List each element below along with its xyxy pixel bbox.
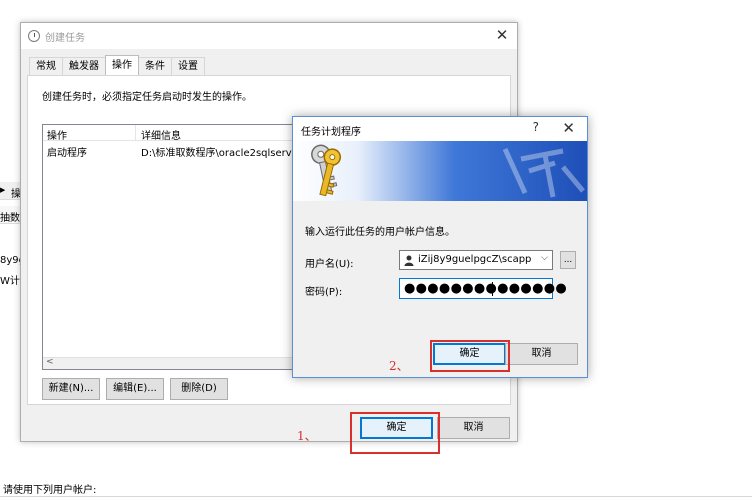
username-combobox[interactable]: iZij8y9guelpgcZ\scapp ⌵	[399, 250, 553, 270]
panel-description: 创建任务时，必须指定任务启动时发生的操作。	[42, 92, 252, 103]
password-label: 密码(P):	[305, 287, 343, 298]
annotation-highlight-dialog-ok	[430, 340, 510, 372]
chevron-down-icon[interactable]: ⌵	[541, 253, 548, 263]
tab-actions[interactable]: 操作	[105, 55, 139, 75]
close-icon[interactable]: ✕	[562, 119, 575, 137]
tab-settings[interactable]: 设置	[171, 57, 205, 75]
scroll-left-icon[interactable]: <	[46, 357, 54, 367]
browse-users-button[interactable]: ...	[560, 251, 576, 269]
username-value: iZij8y9guelpgcZ\scapp	[418, 254, 532, 265]
background-text: ▶	[0, 186, 6, 194]
dialog-title: 任务计划程序	[301, 127, 361, 138]
column-header-detail[interactable]: 详细信息	[141, 127, 181, 142]
annotation-highlight-main-ok	[350, 412, 440, 454]
tab-conditions[interactable]: 条件	[138, 57, 172, 75]
tab-triggers[interactable]: 触发器	[62, 57, 106, 75]
dialog-cancel-button[interactable]: 取消	[505, 343, 578, 365]
row-action: 启动程序	[47, 148, 87, 159]
password-mask: ●●●●●●●●●●●●●●	[404, 281, 568, 296]
column-divider[interactable]	[135, 125, 136, 141]
text-caret	[492, 282, 493, 296]
background-text: W计取	[0, 276, 22, 287]
close-icon[interactable]: ✕	[493, 26, 511, 44]
divider	[0, 496, 752, 497]
window-title: 创建任务	[45, 33, 85, 44]
delete-action-button[interactable]: 删除(D)	[170, 378, 228, 400]
keys-icon	[311, 144, 585, 198]
cancel-button[interactable]: 取消	[437, 417, 510, 439]
background-text: 8y9g	[0, 255, 22, 266]
dialog-prompt: 输入运行此任务的用户帐户信息。	[305, 227, 455, 238]
tab-general[interactable]: 常规	[29, 57, 63, 75]
annotation-step-1: 1、	[297, 429, 317, 443]
edit-action-button[interactable]: 编辑(E)...	[106, 378, 164, 400]
background-text: 抽数	[0, 213, 20, 224]
row-detail: D:\标准取数程序\oracle2sqlserver8	[141, 148, 304, 159]
user-icon	[404, 255, 414, 266]
horizontal-scrollbar[interactable]: <	[43, 357, 303, 369]
list-header: 操作 详细信息	[43, 125, 303, 142]
annotation-step-2: 2、	[389, 359, 409, 373]
actions-list[interactable]: 操作 详细信息 启动程序 D:\标准取数程序\oracle2sqlserver8…	[42, 124, 304, 370]
username-label: 用户名(U):	[305, 259, 354, 270]
help-icon[interactable]: ?	[533, 120, 539, 134]
task-scheduler-credential-dialog: 任务计划程序 ? ✕ 输入运行此任务的用户帐户信息。 用户名(U): iZij8…	[292, 116, 588, 378]
clock-icon	[28, 30, 40, 42]
tab-bar: 常规 触发器 操作 条件 设置	[29, 55, 205, 75]
table-row[interactable]: 启动程序 D:\标准取数程序\oracle2sqlserver8	[43, 143, 303, 159]
dialog-title-bar[interactable]: 任务计划程序 ? ✕	[293, 117, 587, 141]
title-bar[interactable]: 创建任务 ✕	[21, 23, 517, 49]
column-header-action[interactable]: 操作	[47, 127, 67, 142]
new-action-button[interactable]: 新建(N)...	[42, 378, 100, 400]
password-field[interactable]: ●●●●●●●●●●●●●●	[399, 278, 567, 299]
run-as-account-label: 请使用下列用户帐户:	[3, 485, 97, 496]
keys-banner	[293, 141, 587, 201]
